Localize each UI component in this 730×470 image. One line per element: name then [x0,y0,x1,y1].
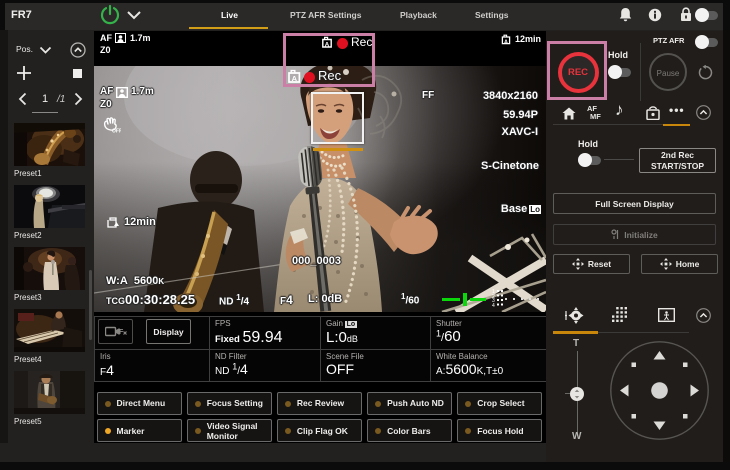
svg-text:F: F [119,329,124,336]
svg-text:A: A [504,39,508,45]
svg-text:OFF: OFF [112,129,121,134]
